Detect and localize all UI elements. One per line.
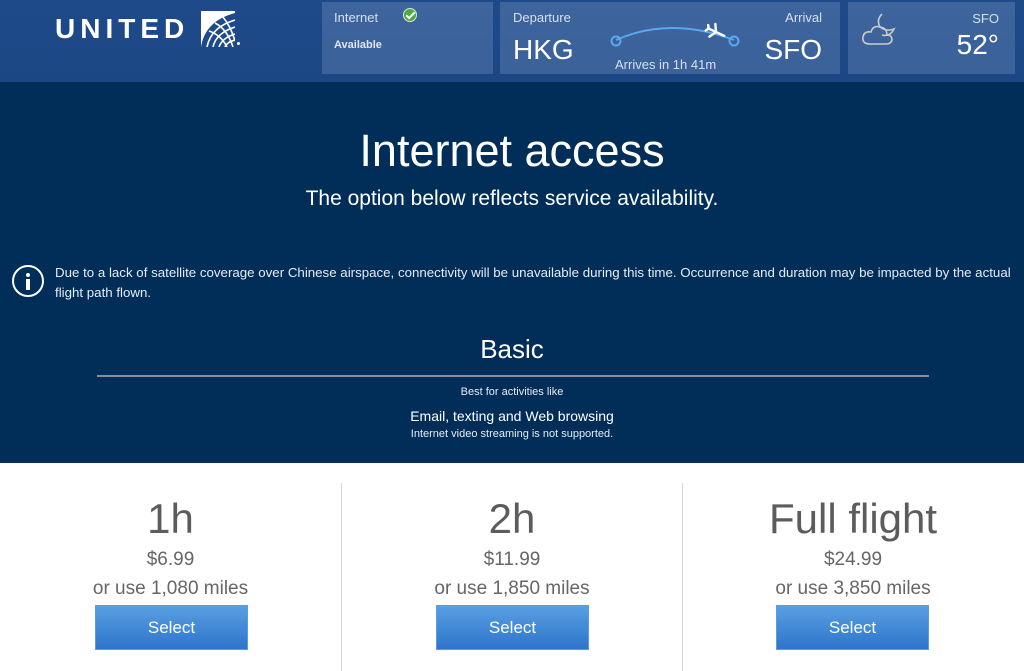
notice-text: Due to a lack of satellite coverage over… [55, 265, 1011, 300]
option-price: $24.99 [823, 549, 883, 570]
option-miles: or use 1,850 miles [434, 578, 590, 599]
option-miles: or use 1,080 miles [92, 578, 249, 599]
header-bar: UNITED Internet Available Departure HKG … [0, 0, 1024, 82]
option-price: $11.99 [483, 549, 541, 570]
plan-restriction: Internet video streaming is not supporte… [410, 428, 614, 440]
select-full-flight-button[interactable]: Select [776, 605, 929, 650]
option-card-2h: 2h $11.99 or use 1,850 miles Select [341, 483, 682, 671]
weather-panel: SFO 52° [848, 2, 1015, 74]
united-logo: UNITED [55, 8, 241, 50]
weather-city: SFO [972, 11, 999, 26]
flight-progress-panel: Departure HKG Arrives in 1h 41m Arrival … [500, 2, 840, 74]
plan-name: Basic [480, 334, 544, 364]
pricing-options: 1h $6.99 or use 1,080 miles Select 2h $1… [0, 463, 1024, 671]
arrival-code: SFO [764, 34, 822, 65]
option-miles: or use 3,850 miles [775, 578, 931, 599]
select-1h-button[interactable]: Select [95, 605, 248, 650]
internet-status-panel: Internet Available [322, 2, 493, 74]
logo-registered-mark [237, 41, 241, 45]
select-2h-button[interactable]: Select [436, 605, 589, 650]
departure-label: Departure [513, 10, 571, 25]
cloud-moon-icon [862, 13, 896, 45]
option-price: $6.99 [146, 549, 195, 570]
internet-status: Available [334, 39, 382, 51]
page-subtitle: The option below reflects service availa… [305, 187, 719, 210]
option-duration: 2h [488, 495, 536, 542]
best-for-label: Best for activities like [460, 386, 564, 398]
option-card-1h: 1h $6.99 or use 1,080 miles Select [0, 463, 341, 671]
check-circle-icon [403, 8, 417, 22]
weather-temperature: 52° [956, 29, 999, 60]
option-duration: Full flight [768, 495, 938, 542]
info-icon [12, 265, 44, 297]
coverage-notice: Due to a lack of satellite coverage over… [12, 263, 1012, 303]
page-title: Internet access [359, 125, 665, 176]
option-duration: 1h [147, 495, 194, 542]
internet-label: Internet [334, 10, 379, 25]
globe-icon [201, 11, 236, 47]
plan-activities: Email, texting and Web browsing [410, 408, 614, 424]
departure-code: HKG [513, 34, 574, 65]
plan-divider [97, 375, 929, 377]
arrival-countdown: Arrives in 1h 41m [615, 57, 717, 72]
arrival-label: Arrival [785, 10, 822, 25]
internet-access-section: Internet access The option below reflect… [0, 82, 1024, 463]
option-card-full-flight: Full flight $24.99 or use 3,850 miles Se… [682, 483, 1023, 671]
logo-text: UNITED [55, 13, 190, 44]
flight-path-icon [610, 22, 740, 47]
